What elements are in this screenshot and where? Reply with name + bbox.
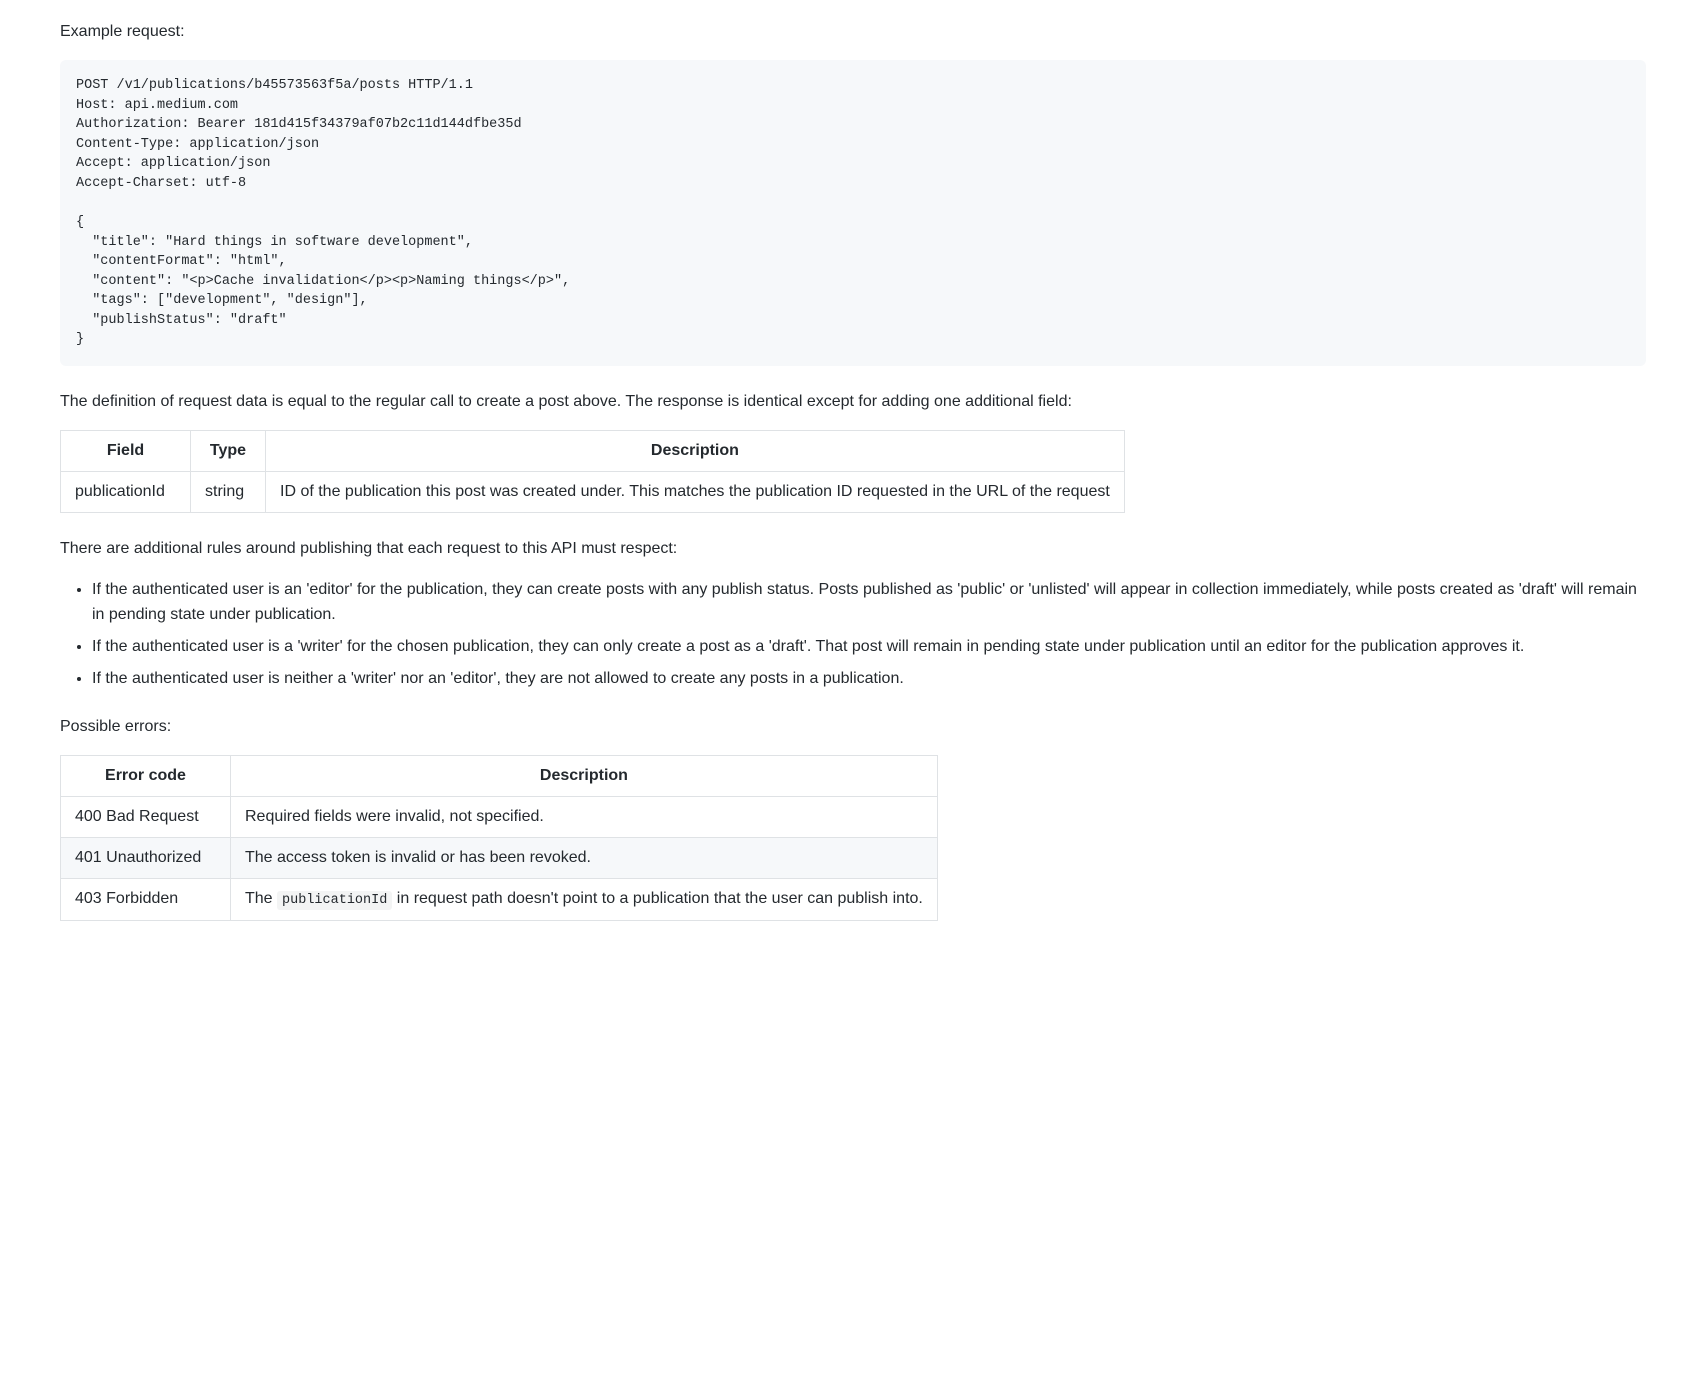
th-error-code: Error code	[61, 756, 231, 797]
list-item: If the authenticated user is a 'writer' …	[92, 634, 1646, 660]
example-request-code: POST /v1/publications/b45573563f5a/posts…	[60, 60, 1646, 366]
list-item: If the authenticated user is neither a '…	[92, 666, 1646, 692]
td-error-code: 403 Forbidden	[61, 879, 231, 920]
inline-code: publicationId	[277, 891, 392, 910]
table-row: 403 Forbidden The publicationId in reque…	[61, 879, 938, 920]
td-type: string	[191, 471, 266, 512]
list-item: If the authenticated user is an 'editor'…	[92, 577, 1646, 628]
desc-prefix: The	[245, 890, 277, 907]
table-row: publicationId string ID of the publicati…	[61, 471, 1125, 512]
table-header-row: Field Type Description	[61, 430, 1125, 471]
td-description: ID of the publication this post was crea…	[266, 471, 1125, 512]
table-header-row: Error code Description	[61, 756, 938, 797]
rules-list: If the authenticated user is an 'editor'…	[60, 577, 1646, 691]
fields-table: Field Type Description publicationId str…	[60, 430, 1646, 513]
table-row: 400 Bad Request Required fields were inv…	[61, 797, 938, 838]
code-content: POST /v1/publications/b45573563f5a/posts…	[76, 76, 1630, 350]
th-description: Description	[266, 430, 1125, 471]
errors-table: Error code Description 400 Bad Request R…	[60, 755, 1020, 920]
td-error-description: Required fields were invalid, not specif…	[231, 797, 938, 838]
th-type: Type	[191, 430, 266, 471]
th-error-description: Description	[231, 756, 938, 797]
table-row: 401 Unauthorized The access token is inv…	[61, 838, 938, 879]
th-field: Field	[61, 430, 191, 471]
td-error-description: The publicationId in request path doesn'…	[231, 879, 938, 920]
td-error-code: 401 Unauthorized	[61, 838, 231, 879]
possible-errors-label: Possible errors:	[60, 715, 1646, 739]
td-error-description: The access token is invalid or has been …	[231, 838, 938, 879]
desc-suffix: in request path doesn't point to a publi…	[392, 890, 923, 907]
example-request-label: Example request:	[60, 20, 1646, 44]
td-error-code: 400 Bad Request	[61, 797, 231, 838]
td-field: publicationId	[61, 471, 191, 512]
definition-text: The definition of request data is equal …	[60, 390, 1646, 414]
additional-rules-text: There are additional rules around publis…	[60, 537, 1646, 561]
